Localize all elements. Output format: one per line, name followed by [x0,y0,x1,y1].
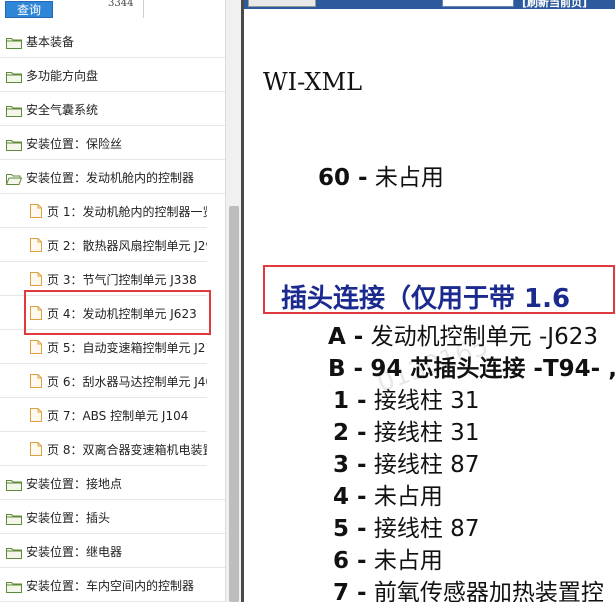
pin-number: 6 - [333,548,367,574]
document-view: [刷新当前页] WI-XML 60 - 未占用 插头连接（仅用于带 1.6 01… [244,0,615,602]
folder-open-icon [6,170,23,185]
tree-item-airbag-system[interactable]: 安全气囊系统 [0,92,225,126]
tree-item-connectors[interactable]: 安装位置：插头 [0,500,225,534]
topbar-divider [143,0,144,18]
document-title: WI-XML [263,68,362,96]
pin-number: 3 - [333,452,367,478]
connector-row-b: B - 94 芯插头连接 -T94- , [328,349,615,383]
result-count: 3344 [108,0,134,9]
folder-icon [6,136,22,151]
tree-item-label: 安装位置：接地点 [26,477,123,491]
tree-item-page-2[interactable]: 页 2：散热器风扇控制单元 J293 [0,228,207,262]
tree-topbar: 查询 3344 [0,0,225,20]
pin-row-60: 60 - 未占用 [318,158,444,192]
tree-item-page-7[interactable]: 页 7：ABS 控制单元 J104 [0,398,207,432]
folder-icon [6,102,22,117]
document-icon [30,203,42,218]
pin-row-5: 5 - 接线柱 87 [333,509,479,543]
tree-scrollbar[interactable] [225,0,241,602]
tree-item-ground-points[interactable]: 安装位置：接地点 [0,466,225,500]
tree-item-label: 页 2：散热器风扇控制单元 J293 [47,239,207,253]
pin-description: 未占用 [373,484,443,510]
pin-description: 前氧传感器加热装置控 [373,580,604,602]
pin-row-2: 2 - 接线柱 31 [333,413,479,447]
pin-number: B - [328,356,364,382]
document-icon [30,407,42,422]
pin-number: 4 - [333,484,367,510]
tree-item-label: 安装位置：发动机舱内的控制器 [26,171,195,185]
document-icon [30,339,42,354]
pin-description: 94 芯插头连接 -T94- , [370,356,615,382]
pin-row-6: 6 - 未占用 [333,541,443,575]
tree-item-page-5[interactable]: 页 5：自动变速箱控制单元 J217 [0,330,207,364]
tree-item-relays[interactable]: 安装位置：继电器 [0,534,225,568]
pin-description: 接线柱 87 [373,452,480,478]
pin-description: 接线柱 31 [373,420,480,446]
tree-item-label: 页 6：刮水器马达控制单元 J400 [47,375,207,389]
tree-item-page-1[interactable]: 页 1：发动机舱内的控制器一览 [0,194,207,228]
folder-icon [6,476,22,491]
folder-icon [6,544,22,559]
pin-row-7: 7 - 前氧传感器加热装置控 [333,573,604,602]
tree-item-engine-bay-controllers[interactable]: 安装位置：发动机舱内的控制器 [0,160,225,194]
folder-icon [6,578,22,593]
pin-row-3: 3 - 接线柱 87 [333,445,479,479]
tree-item-page-3[interactable]: 页 3：节气门控制单元 J338 [0,262,207,296]
pin-number: 7 - [333,580,367,602]
tree-item-label: 安全气囊系统 [26,103,99,117]
tree-item-interior-controllers[interactable]: 安装位置：车内空间内的控制器 [0,568,225,602]
pin-row-4: 4 - 未占用 [333,477,443,511]
pin-description: 未占用 [374,165,444,191]
tree-item-label: 页 4：发动机控制单元 J623 [47,307,197,321]
connector-row-a: A - 发动机控制单元 -J623 [328,317,598,351]
tree-item-label: 安装位置：继电器 [26,545,123,559]
tree-item-label: 安装位置：车内空间内的控制器 [26,579,195,593]
scrollbar-thumb[interactable] [229,206,239,602]
folder-icon [6,34,22,49]
tree-item-label: 页 1：发动机舱内的控制器一览 [47,205,207,219]
tree-item-label: 多功能方向盘 [26,69,99,83]
pin-description: 未占用 [373,548,443,574]
pin-number: 2 - [333,420,367,446]
tree-item-basic-equipment[interactable]: 基本装备 [0,24,225,58]
tree-item-page-4[interactable]: 页 4：发动机控制单元 J623 [0,296,207,330]
tree-item-label: 页 3：节气门控制单元 J338 [47,273,197,287]
pin-row-1: 1 - 接线柱 31 [333,381,479,415]
document-icon [30,373,42,388]
tree-item-label: 页 5：自动变速箱控制单元 J217 [47,341,207,355]
toolbar-select[interactable] [248,0,316,7]
document-icon [30,441,42,456]
section-heading: 插头连接（仅用于带 1.6 [281,284,571,314]
pin-description: 接线柱 87 [373,516,480,542]
folder-icon [6,510,22,525]
pin-number: 1 - [333,388,367,414]
pin-number: A - [328,324,364,350]
document-toolbar: [刷新当前页] [244,0,615,9]
refresh-page-link[interactable]: [刷新当前页] [522,0,587,10]
pin-description: 接线柱 31 [373,388,480,414]
pin-description: 发动机控制单元 -J623 [370,324,598,350]
document-icon [30,271,42,286]
pin-number: 5 - [333,516,367,542]
tree-list: 基本装备 多功能方向盘 安全气囊系统 安装位置：保险丝 安装位置：发动机舱内的控… [0,24,225,602]
tree-item-page-8[interactable]: 页 8：双离合器变速箱机电装置 [0,432,207,466]
folder-icon [6,68,22,83]
tree-item-label: 安装位置：保险丝 [26,137,123,151]
document-icon [30,237,42,252]
pin-number: 60 - [318,165,368,191]
navigation-tree-panel: 查询 3344 基本装备 多功能方向盘 安全气囊系统 安装位置：保险丝 安装位置… [0,0,225,602]
document-icon [30,305,42,320]
tree-item-label: 页 7：ABS 控制单元 J104 [47,409,189,423]
tree-item-fuses-location[interactable]: 安装位置：保险丝 [0,126,225,160]
tree-item-multifunction-wheel[interactable]: 多功能方向盘 [0,58,225,92]
tree-item-label: 安装位置：插头 [26,511,111,525]
tree-item-label: 基本装备 [26,35,75,49]
query-button[interactable]: 查询 [5,1,53,18]
tree-item-label: 页 8：双离合器变速箱机电装置 [47,443,207,457]
toolbar-input[interactable] [442,0,514,7]
tree-item-page-6[interactable]: 页 6：刮水器马达控制单元 J400 [0,364,207,398]
